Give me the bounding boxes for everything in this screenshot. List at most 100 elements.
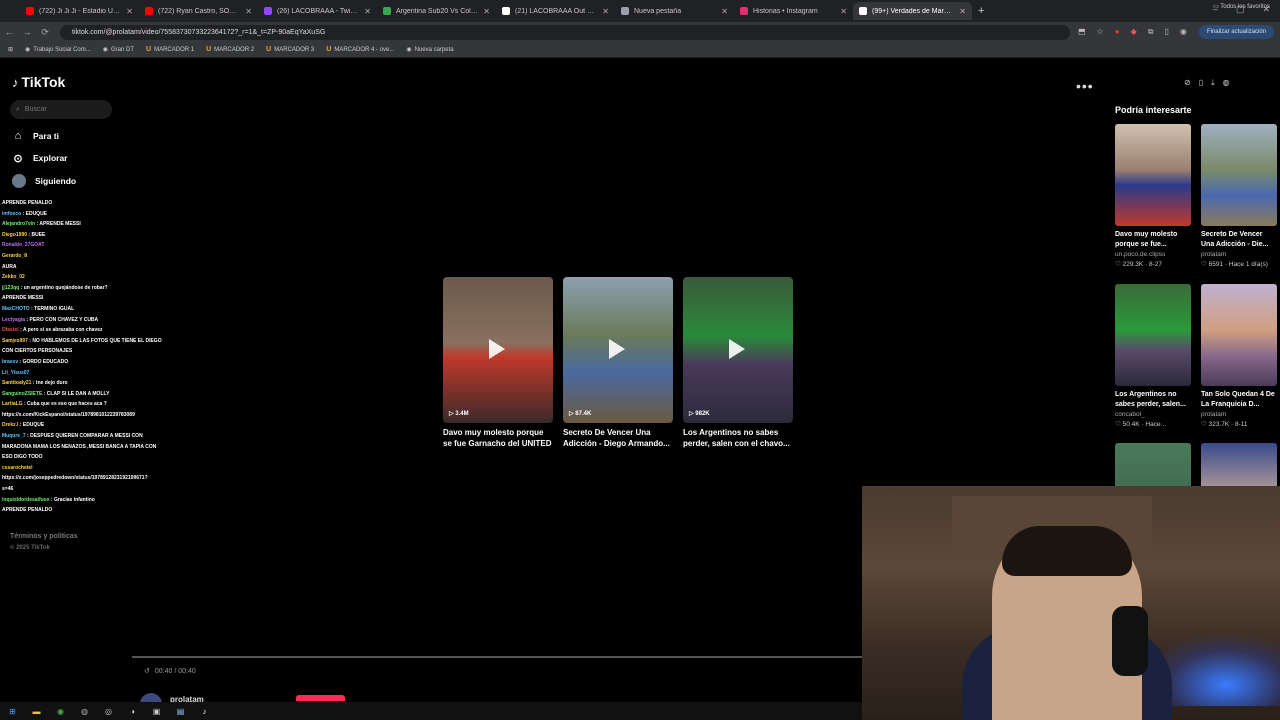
video-title[interactable]: Tan Solo Quedan 4 De La Franquicia D...	[1201, 390, 1277, 410]
time-text: 00:40 / 00:40	[154, 667, 196, 675]
video-thumbnail[interactable]: ▷ 3.4M	[443, 277, 553, 423]
browser-tab[interactable]: Argentina Sub20 Vs Colombia ✕	[377, 2, 496, 20]
chat-username: Santitoaly21	[2, 380, 32, 387]
bookmark-item[interactable]: U MARCADOR 1	[146, 46, 194, 53]
video-author[interactable]: prolatam	[1201, 251, 1277, 258]
views-text: 982K	[695, 411, 710, 417]
terms-link[interactable]: Términos y políticas	[10, 533, 78, 540]
chat-text: TERMINO IGUAL	[34, 305, 75, 312]
follow-button[interactable]	[296, 695, 345, 701]
bookmark-star-icon[interactable]: ☆	[1097, 27, 1104, 37]
nav-following[interactable]: Siguiendo	[12, 174, 76, 188]
video-thumbnail[interactable]	[1115, 284, 1191, 386]
install-icon[interactable]: ⬒	[1078, 27, 1086, 37]
close-tab-icon[interactable]: ✕	[959, 7, 966, 16]
chat-username: cssarochetel	[2, 464, 33, 471]
close-tab-icon[interactable]: ✕	[364, 7, 371, 16]
browser-tab[interactable]: (21) LACOBRAAA Out of Conte ✕	[496, 2, 615, 20]
close-tab-icon[interactable]: ✕	[721, 7, 728, 16]
video-title[interactable]: Davo muy molesto porque se fue Garnacho …	[443, 427, 553, 451]
browser-tab[interactable]: Nueva pestaña ✕	[615, 2, 734, 20]
bookmark-item[interactable]: ◉ Nueva carpeta	[406, 46, 453, 54]
new-tab-icon[interactable]: +	[978, 5, 984, 17]
extension-icon[interactable]: ●	[1115, 27, 1120, 37]
apps-grid-icon[interactable]: ⊞	[8, 46, 13, 53]
forward-icon[interactable]: →	[18, 27, 36, 37]
home-icon: ⌂	[14, 130, 22, 142]
microphone	[1112, 606, 1148, 676]
tiktok-icon[interactable]: ♪	[198, 705, 211, 718]
close-tab-icon[interactable]: ✕	[483, 7, 490, 16]
chrome-icon[interactable]: ◑	[126, 705, 139, 718]
replay-icon[interactable]: ↺	[144, 667, 150, 675]
phone-icon[interactable]: ▯	[1199, 78, 1203, 88]
more-options-icon[interactable]: •••	[1076, 78, 1094, 94]
profile-icon[interactable]: ◉	[1180, 27, 1187, 37]
reload-icon[interactable]: ⟳	[36, 27, 54, 38]
back-icon[interactable]: ←	[0, 27, 18, 37]
browser-tab[interactable]: (722) Ji Ji Ji - Estadio Único de ✕	[20, 2, 139, 20]
browser-tab[interactable]: (26) LACOBRAAA - Twitch ✕	[258, 2, 377, 20]
suggested-video-card[interactable]: Los Argentinos no sabes perder, salen...…	[1115, 284, 1191, 428]
suggested-video-card[interactable]: Davo muy molesto porque se fue... un.poco…	[1115, 124, 1191, 268]
browser-tab[interactable]: (99+) Verdades de Maradona a ✕	[853, 2, 972, 20]
suggested-video-card[interactable]: Secreto De Vencer Una Adicción - Die... p…	[1201, 124, 1277, 268]
url-input[interactable]: tiktok.com/@prolatam/video/7558373073322…	[60, 24, 1070, 40]
search-input[interactable]: ⌕ Buscar	[10, 100, 112, 119]
video-title[interactable]: Secreto De Vencer Una Adicción - Die...	[1201, 230, 1277, 250]
file-explorer-icon[interactable]: ▬	[30, 705, 43, 718]
tab-favicon-icon	[740, 7, 748, 15]
video-thumbnail[interactable]	[1201, 124, 1277, 226]
related-video-card[interactable]: ▷ 87.4K Secreto De Vencer Una Adicción - …	[563, 277, 673, 451]
download-icon[interactable]: ⤓	[1211, 78, 1215, 88]
browser-tab[interactable]: (722) Ryan Castro, SOG, Selecta ✕	[139, 2, 258, 20]
extensions-puzzle-icon[interactable]: ⧉	[1148, 27, 1154, 37]
close-tab-icon[interactable]: ✕	[840, 7, 847, 16]
video-author[interactable]: prolatam	[1201, 411, 1277, 418]
tab-favicon-icon	[26, 7, 34, 15]
video-thumbnail[interactable]: ▷ 982K	[683, 277, 793, 423]
bookmark-item[interactable]: U MARCADOR 4 - ove...	[326, 46, 394, 53]
video-author[interactable]: concabol_	[1115, 411, 1191, 418]
nav-for-you[interactable]: ⌂ Para ti	[12, 130, 59, 142]
chrome-icon[interactable]: ◉	[54, 705, 67, 718]
close-tab-icon[interactable]: ✕	[126, 7, 133, 16]
video-title[interactable]: Los Argentinos no sabes perder, salen co…	[683, 427, 793, 451]
video-progress-bar[interactable]	[132, 656, 862, 658]
nav-explore[interactable]: ⊙ Explorar	[12, 152, 67, 165]
compass-icon[interactable]: ⊘	[1184, 78, 1191, 88]
app-icon[interactable]: ◍	[78, 705, 91, 718]
obs-icon[interactable]: ◎	[102, 705, 115, 718]
related-video-card[interactable]: ▷ 982K Los Argentinos no sabes perder, sa…	[683, 277, 793, 451]
close-tab-icon[interactable]: ✕	[245, 7, 252, 16]
bookmark-item[interactable]: U MARCADOR 2	[206, 46, 254, 53]
app-icon[interactable]: ▤	[174, 705, 187, 718]
video-author[interactable]: un.poco.de.clipss	[1115, 251, 1191, 258]
bookmark-label: Trabajo Social Com...	[33, 46, 91, 53]
webcam-overlay	[862, 486, 1280, 720]
update-button[interactable]: Finalizar actualización	[1198, 25, 1274, 39]
windows-start-icon[interactable]: ⊞	[6, 705, 19, 718]
bookmark-item[interactable]: ◉ Trabajo Social Com...	[25, 46, 91, 54]
video-thumbnail[interactable]	[1115, 124, 1191, 226]
video-title[interactable]: Secreto De Vencer Una Adicción - Diego A…	[563, 427, 673, 451]
browser-tab[interactable]: Historias • Instagram ✕	[734, 2, 853, 20]
suggested-video-card[interactable]: Tan Solo Quedan 4 De La Franquicia D... p…	[1201, 284, 1277, 428]
tiktok-logo[interactable]: ♪ TikTok	[12, 74, 65, 90]
video-title[interactable]: Los Argentinos no sabes perder, salen...	[1115, 390, 1191, 410]
all-bookmarks[interactable]: ▭ Todos los favoritos	[1213, 3, 1270, 10]
video-thumbnail[interactable]: ▷ 87.4K	[563, 277, 673, 423]
video-title[interactable]: Davo muy molesto porque se fue...	[1115, 230, 1191, 250]
app-icon[interactable]: ▣	[150, 705, 163, 718]
bookmark-item[interactable]: ◉ Gran DT	[103, 46, 134, 54]
related-video-card[interactable]: ▷ 3.4M Davo muy molesto porque se fue Gar…	[443, 277, 553, 451]
chat-text: CLAP SI LE DAN A MOLLY	[46, 390, 110, 397]
video-thumbnail[interactable]	[1201, 284, 1277, 386]
extension-icon[interactable]: ◆	[1131, 27, 1137, 37]
close-tab-icon[interactable]: ✕	[602, 7, 609, 16]
profile-avatar-icon[interactable]: ◍	[1223, 78, 1230, 88]
chat-text: DESPUES QUIEREN COMPARAR A MESSI CON	[30, 433, 143, 440]
chat-username: Dfastel	[2, 327, 19, 334]
sidebar-icon[interactable]: ▯	[1164, 27, 1168, 37]
bookmark-item[interactable]: U MARCADOR 3	[266, 46, 314, 53]
